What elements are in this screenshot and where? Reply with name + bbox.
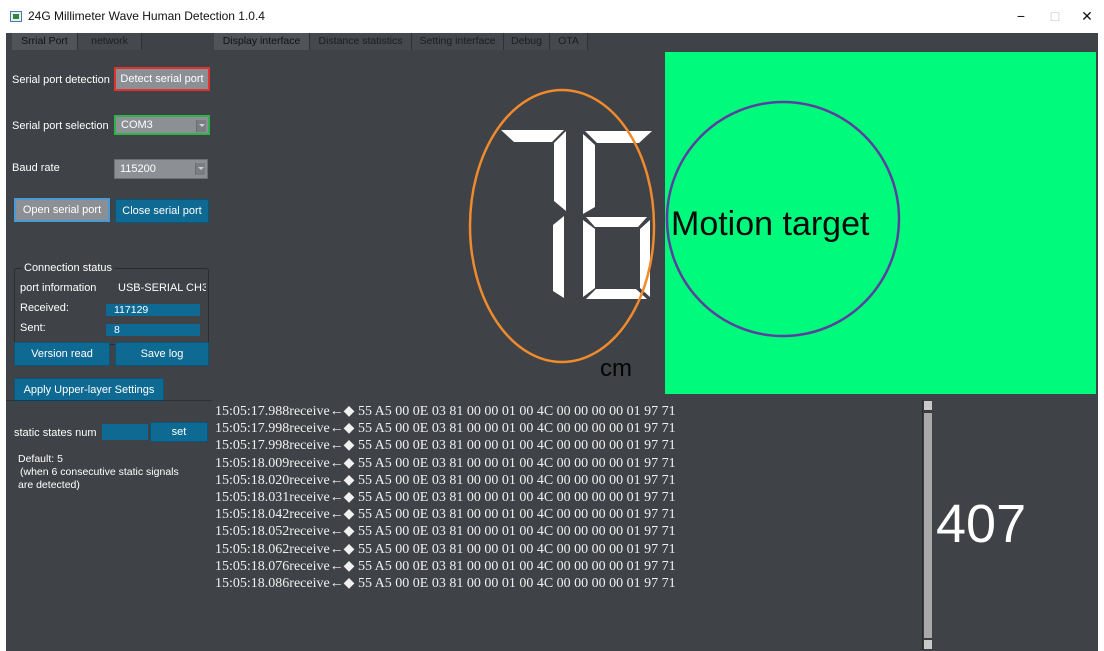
log-line: 15:05:18.042receive←◆ 55 A5 00 0E 03 81 … — [215, 507, 676, 523]
log-line: 15:05:18.062receive←◆ 55 A5 00 0E 03 81 … — [215, 541, 676, 557]
frame-counter: 407 — [936, 494, 1027, 554]
segment-digit-7 — [501, 130, 566, 298]
log-line: 15:05:18.020receive←◆ 55 A5 00 0E 03 81 … — [215, 472, 676, 488]
app-window: Srrial Port network Display interface Di… — [6, 33, 1098, 651]
default-note-line1: Default: 5 — [18, 453, 63, 465]
static-states-label: static states num — [14, 427, 97, 439]
minimize-icon[interactable]: − — [1006, 6, 1036, 26]
app-icon — [10, 11, 22, 22]
distance-unit: cm — [600, 355, 632, 382]
maximize-icon[interactable]: □ — [1040, 6, 1070, 26]
log-line: 15:05:17.988receive←◆ 55 A5 00 0E 03 81 … — [215, 404, 676, 419]
close-icon[interactable]: ✕ — [1072, 6, 1102, 26]
log-line: 15:05:17.998receive←◆ 55 A5 00 0E 03 81 … — [215, 438, 676, 454]
log-line: 15:05:17.998receive←◆ 55 A5 00 0E 03 81 … — [215, 421, 676, 437]
window-title: 24G Millimeter Wave Human Detection 1.0.… — [28, 9, 265, 23]
scroll-down-icon[interactable] — [924, 640, 932, 649]
log-output[interactable]: 15:05:17.988receive←◆ 55 A5 00 0E 03 81 … — [215, 403, 920, 643]
target-status-text: Motion target — [671, 205, 870, 243]
default-note-line2: (when 6 consecutive static signals — [20, 466, 179, 478]
static-states-input[interactable] — [102, 424, 148, 440]
scrollbar-thumb[interactable] — [924, 413, 932, 638]
log-line: 15:05:18.009receive←◆ 55 A5 00 0E 03 81 … — [215, 455, 676, 471]
distance-display — [468, 88, 656, 364]
log-line: 15:05:18.031receive←◆ 55 A5 00 0E 03 81 … — [215, 489, 676, 505]
scroll-up-icon[interactable] — [924, 401, 932, 410]
default-note-line3: are detected) — [18, 479, 80, 491]
window-titlebar: 24G Millimeter Wave Human Detection 1.0.… — [0, 0, 1104, 33]
log-line: 15:05:18.076receive←◆ 55 A5 00 0E 03 81 … — [215, 558, 676, 574]
log-line: 15:05:18.086receive←◆ 55 A5 00 0E 03 81 … — [215, 575, 676, 591]
log-line: 15:05:18.052receive←◆ 55 A5 00 0E 03 81 … — [215, 524, 676, 540]
set-static-states-button[interactable]: set — [150, 422, 208, 442]
log-scrollbar[interactable] — [922, 400, 932, 650]
